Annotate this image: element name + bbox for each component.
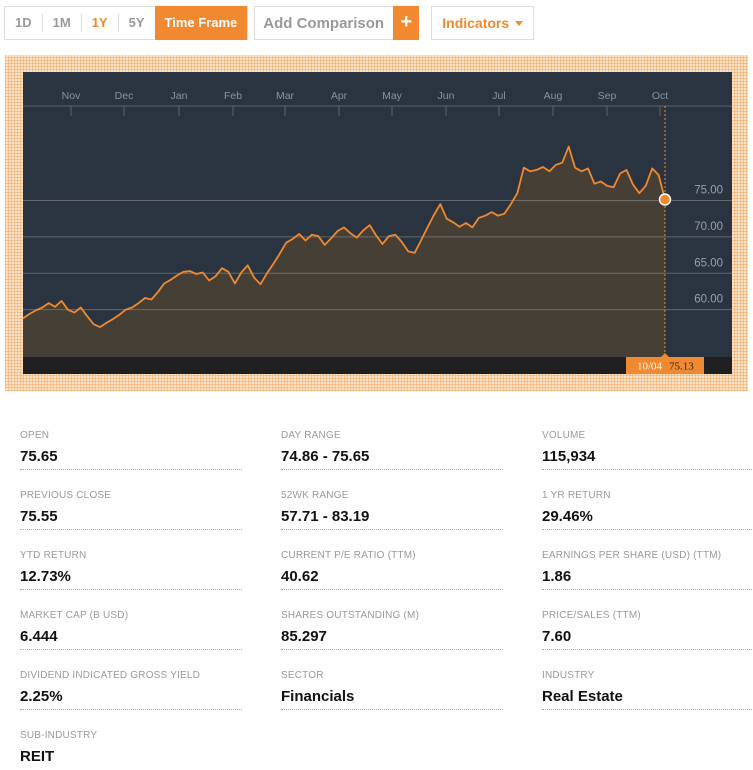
stat-item: SUB-INDUSTRY REIT [20, 720, 242, 770]
x-tick-label: Dec [115, 90, 134, 102]
x-tick-label: Feb [224, 90, 242, 102]
x-tick-label: Jan [171, 90, 188, 102]
stat-item: PREVIOUS CLOSE 75.55 [20, 480, 242, 530]
stat-label: OPEN [20, 430, 50, 441]
indicators-label: Indicators [442, 15, 510, 31]
x-axis-band [23, 357, 732, 374]
stat-value: 7.60 [542, 628, 572, 645]
y-tick-label: 65.00 [694, 257, 723, 269]
tooltip-date: 10/04 [637, 361, 663, 373]
y-tick-label: 60.00 [694, 294, 723, 306]
stat-item: SECTOR Financials [281, 660, 503, 710]
stat-item: DAY RANGE 74.86 - 75.65 [281, 420, 503, 470]
indicators-dropdown[interactable]: Indicators [431, 6, 535, 40]
stat-value: 2.25% [20, 688, 63, 705]
stat-value: 40.62 [281, 568, 319, 585]
stat-item: SHARES OUTSTANDING (M) 85.297 [281, 600, 503, 650]
stat-value: 85.297 [281, 628, 327, 645]
price-chart[interactable]: Nov Dec Jan Feb Mar Apr May Jun Jul Aug Sep Oct 60.0… [23, 72, 732, 374]
stat-value: 1.86 [542, 568, 572, 585]
stat-label: SECTOR [281, 670, 324, 681]
x-tick-label: Mar [276, 90, 295, 102]
x-tick-label: Jul [492, 90, 505, 102]
x-tick-label: Nov [62, 90, 81, 102]
stat-label: SHARES OUTSTANDING (M) [281, 610, 420, 621]
x-tick-label: Oct [652, 90, 668, 102]
stat-value: 75.55 [20, 508, 58, 525]
y-tick-label: 70.00 [694, 221, 723, 233]
stat-item: EARNINGS PER SHARE (USD) (TTM) 1.86 [542, 540, 753, 590]
stat-label: 1 YR RETURN [542, 490, 611, 501]
range-1d-button[interactable]: 1D [5, 14, 43, 32]
stat-label: DIVIDEND INDICATED GROSS YIELD [20, 670, 201, 681]
range-selector: 1D 1M 1Y 5Y Time Frame [4, 6, 249, 40]
comparison-box: + [254, 6, 420, 40]
plus-icon: + [400, 11, 413, 33]
x-tick-label: May [382, 90, 403, 102]
range-1y-button[interactable]: 1Y [82, 14, 119, 32]
stat-value: Real Estate [542, 688, 623, 705]
add-comparison-button[interactable]: + [393, 6, 420, 40]
stat-value: REIT [20, 748, 55, 765]
stat-label: SUB-INDUSTRY [20, 730, 98, 741]
stat-label: DAY RANGE [281, 430, 341, 441]
y-tick-label: 75.00 [694, 184, 723, 196]
stat-item: 1 YR RETURN 29.46% [542, 480, 753, 530]
stat-item: DIVIDEND INDICATED GROSS YIELD 2.25% [20, 660, 242, 710]
stat-label: PREVIOUS CLOSE [20, 490, 112, 501]
stat-label: PRICE/SALES (TTM) [542, 610, 641, 621]
stat-item: PRICE/SALES (TTM) 7.60 [542, 600, 753, 650]
add-comparison-input[interactable] [255, 7, 394, 39]
range-1m-button[interactable]: 1M [43, 14, 82, 32]
stat-value: 6.444 [20, 628, 58, 645]
stat-value: 75.65 [20, 448, 58, 465]
tooltip-value: 75.13 [669, 361, 694, 373]
x-tick-label: Aug [544, 90, 563, 102]
x-tick-label: Apr [331, 90, 348, 102]
time-frame-button[interactable]: Time Frame [154, 6, 248, 40]
stat-item: MARKET CAP (B USD) 6.444 [20, 600, 242, 650]
range-5y-button[interactable]: 5Y [119, 14, 155, 32]
stat-label: 52WK RANGE [281, 490, 349, 501]
stat-label: YTD RETURN [20, 550, 87, 561]
stat-item: CURRENT P/E RATIO (TTM) 40.62 [281, 540, 503, 590]
stat-label: CURRENT P/E RATIO (TTM) [281, 550, 416, 561]
stat-value: Financials [281, 688, 355, 705]
stat-value: 57.71 - 83.19 [281, 508, 370, 525]
stat-item: YTD RETURN 12.73% [20, 540, 242, 590]
stat-label: EARNINGS PER SHARE (USD) (TTM) [542, 550, 722, 561]
last-point-marker [658, 193, 672, 206]
stat-item: VOLUME 115,934 [542, 420, 753, 470]
caret-down-icon [515, 20, 524, 26]
stat-value: 12.73% [20, 568, 71, 585]
stat-label: MARKET CAP (B USD) [20, 610, 129, 621]
stat-value: 115,934 [542, 448, 596, 465]
chart-toolbar: 1D 1M 1Y 5Y Time Frame + Indicators [4, 6, 535, 40]
x-tick-label: Sep [598, 90, 617, 102]
stat-value: 74.86 - 75.65 [281, 448, 370, 465]
stat-item: INDUSTRY Real Estate [542, 660, 753, 710]
x-tick-label: Jun [438, 90, 455, 102]
chart-frame: Nov Dec Jan Feb Mar Apr May Jun Jul Aug Sep Oct 60.0… [5, 55, 748, 391]
stat-value: 29.46% [542, 508, 593, 525]
stat-label: INDUSTRY [542, 670, 595, 681]
stat-item: 52WK RANGE 57.71 - 83.19 [281, 480, 503, 530]
stat-item: OPEN 75.65 [20, 420, 242, 470]
stat-label: VOLUME [542, 430, 586, 441]
